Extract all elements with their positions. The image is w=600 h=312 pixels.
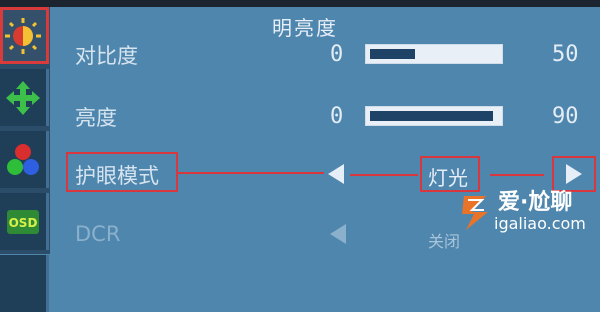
dcr-prev-arrow[interactable]	[330, 224, 346, 244]
annotation-line-1	[178, 172, 324, 174]
contrast-label: 对比度	[75, 44, 138, 68]
eye-mode-prev-arrow[interactable]	[328, 164, 344, 184]
brightness-min: 0	[330, 104, 344, 129]
sidebar-item-color[interactable]	[0, 131, 49, 188]
dcr-value: 关闭	[428, 232, 461, 251]
sidebar-item-more[interactable]	[0, 255, 49, 312]
contrast-slider-fill	[370, 49, 415, 59]
monitor-bezel	[0, 0, 600, 7]
annotation-line-3	[490, 174, 544, 176]
page-title: 明亮度	[272, 16, 338, 40]
color-rgb-icon	[7, 143, 39, 175]
sidebar-item-position[interactable]	[0, 69, 49, 126]
brightness-slider-fill	[370, 111, 493, 121]
osd-icon: OSD	[7, 209, 39, 234]
contrast-min: 0	[330, 42, 344, 67]
sidebar-item-brightness[interactable]	[0, 7, 49, 64]
eye-mode-next-arrow[interactable]	[566, 164, 582, 184]
contrast-value: 50	[552, 42, 579, 67]
osd-icon-label: OSD	[9, 216, 38, 230]
position-arrows-icon	[6, 80, 40, 115]
brightness-value: 90	[552, 104, 579, 129]
eye-mode-label: 护眼模式	[75, 164, 159, 188]
annotation-line-2	[350, 174, 418, 176]
brightness-slider[interactable]	[365, 106, 503, 126]
brightness-label: 亮度	[75, 106, 117, 130]
watermark-brand: 爱·尬聊	[498, 190, 573, 215]
watermark-logo-icon	[462, 196, 488, 230]
dcr-label: DCR	[75, 222, 121, 246]
osd-sidebar: OSD	[0, 7, 50, 312]
watermark-url: igaliao.com	[494, 214, 586, 233]
sidebar-item-osd[interactable]: OSD	[0, 193, 49, 250]
site-watermark: 爱·尬聊 igaliao.com	[458, 184, 600, 244]
brightness-sun-icon	[5, 17, 41, 54]
contrast-slider[interactable]	[365, 44, 503, 64]
